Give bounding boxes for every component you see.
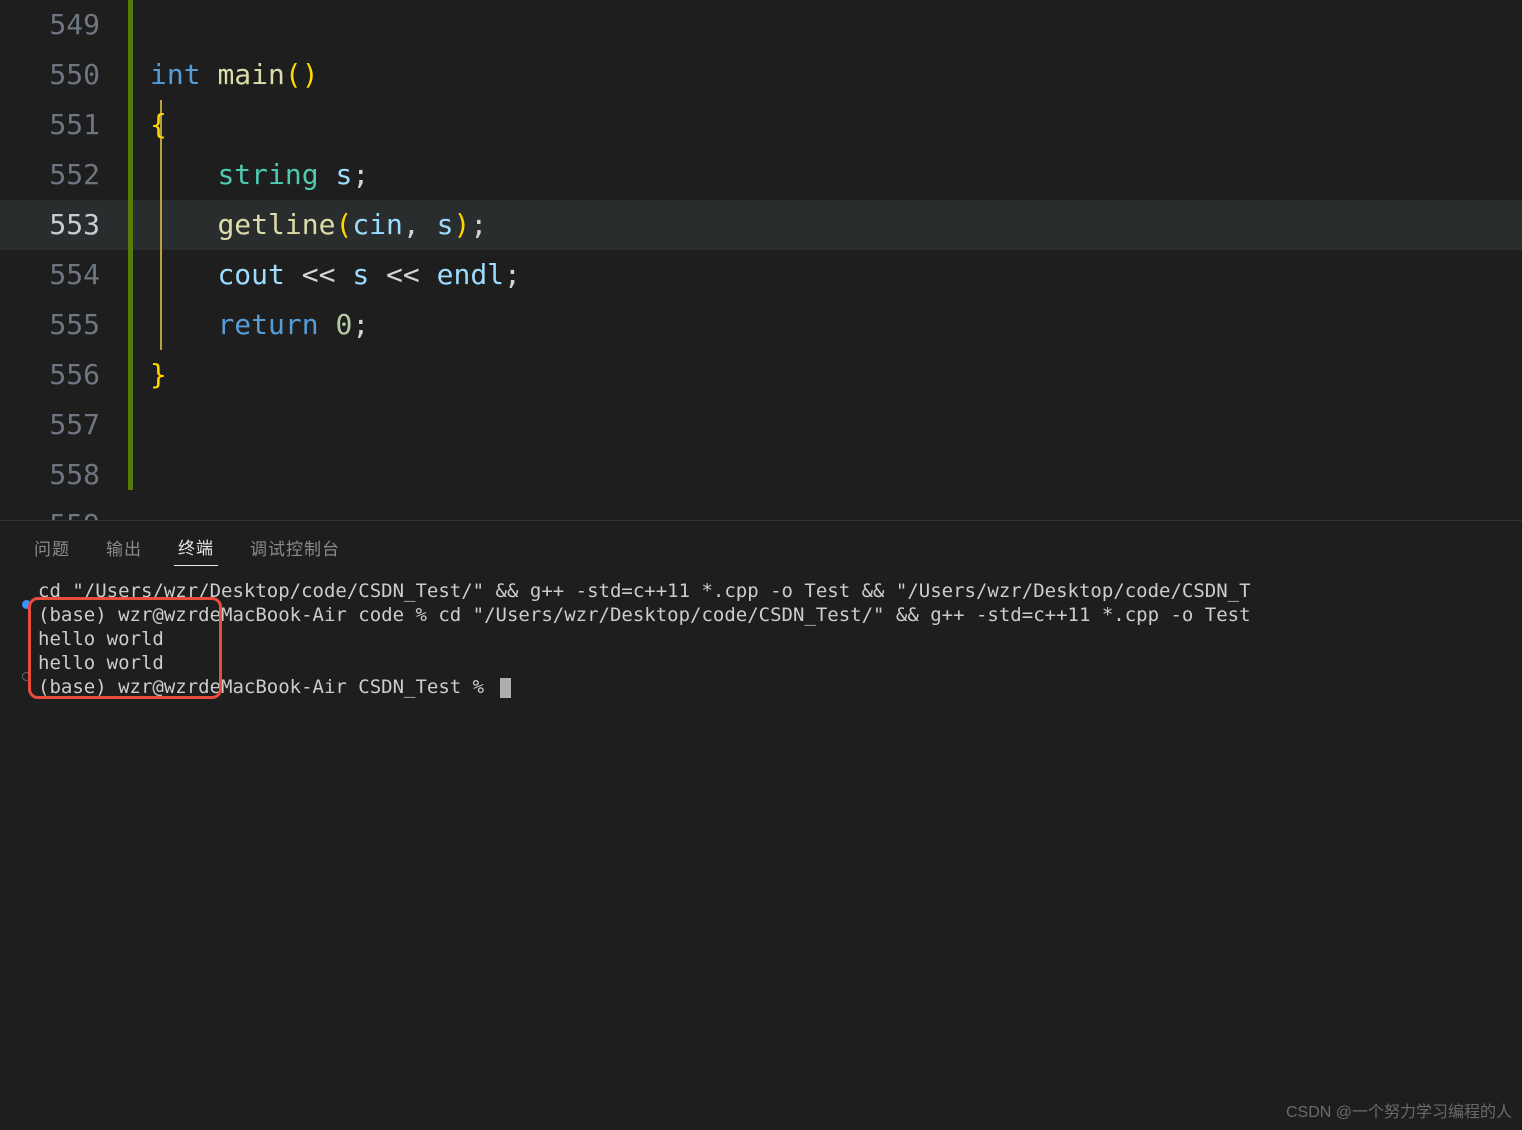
watermark-text: CSDN @一个努力学习编程的人 [1286,1098,1512,1122]
code-line[interactable]: 557 [0,400,1522,450]
code-editor[interactable]: 549550int main()551{552 string s;553 get… [0,0,1522,520]
line-number: 555 [0,300,120,350]
line-number: 552 [0,150,120,200]
code-line[interactable]: 559 [0,500,1522,520]
line-number: 556 [0,350,120,400]
line-number: 550 [0,50,120,100]
code-content: getline(cin, s); [120,200,487,250]
terminal-line: hello world [38,651,1502,675]
code-line[interactable]: 553 getline(cin, s); [0,200,1522,250]
code-line[interactable]: 554 cout << s << endl; [0,250,1522,300]
code-line[interactable]: 555 return 0; [0,300,1522,350]
tab-debug-console[interactable]: 调试控制台 [246,529,344,566]
code-content: string s; [120,150,369,200]
line-number: 551 [0,100,120,150]
terminal-cursor-icon [500,678,511,698]
code-content: return 0; [120,300,369,350]
terminal-line: (base) wzr@wzrdeMacBook-Air code % cd "/… [38,603,1502,627]
code-line[interactable]: 558 [0,450,1522,500]
code-line[interactable]: 549 [0,0,1522,50]
code-line[interactable]: 556} [0,350,1522,400]
code-content: cout << s << endl; [120,250,521,300]
line-number: 557 [0,400,120,450]
code-line[interactable]: 551{ [0,100,1522,150]
gutter-dot-modified-icon [22,600,31,609]
line-number: 554 [0,250,120,300]
line-number: 549 [0,0,120,50]
code-line[interactable]: 552 string s; [0,150,1522,200]
gutter-change-indicator [128,0,133,490]
line-number: 559 [0,500,120,520]
terminal-line: cd "/Users/wzr/Desktop/code/CSDN_Test/" … [38,579,1502,603]
tab-terminal[interactable]: 终端 [174,528,218,566]
tab-problems[interactable]: 问题 [30,529,74,566]
code-content: int main() [120,50,319,100]
terminal-prompt-line: (base) wzr@wzrdeMacBook-Air CSDN_Test % [38,675,1502,699]
bottom-panel: 问题 输出 终端 调试控制台 cd "/Users/wzr/Desktop/co… [0,520,1522,1130]
terminal-line: hello world [38,627,1502,651]
tab-output[interactable]: 输出 [102,529,146,566]
gutter-dot-icon [22,672,31,681]
line-number: 558 [0,450,120,500]
terminal-output[interactable]: cd "/Users/wzr/Desktop/code/CSDN_Test/" … [0,565,1522,709]
code-line[interactable]: 550int main() [0,50,1522,100]
line-number: 553 [0,200,120,250]
panel-tabs: 问题 输出 终端 调试控制台 [0,521,1522,565]
